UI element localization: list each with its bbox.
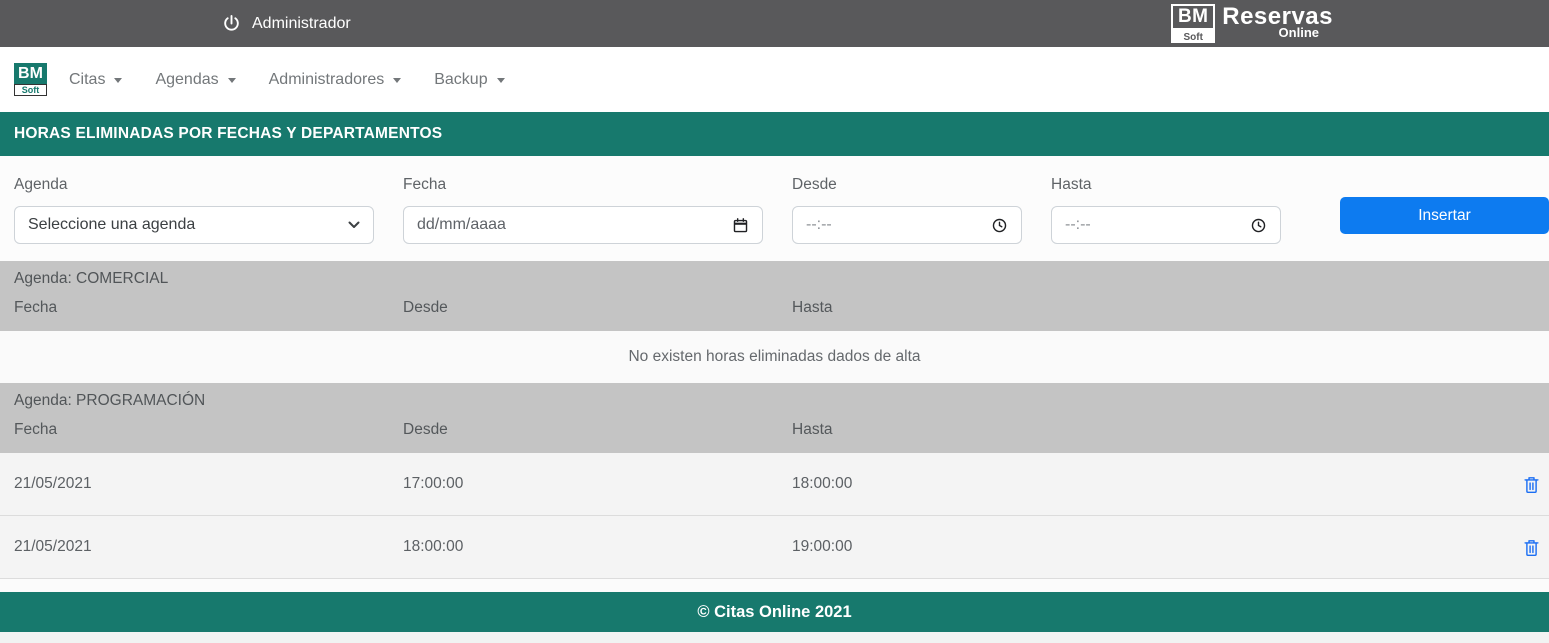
nav-item-citas[interactable]: Citas xyxy=(69,71,122,89)
row-cell-hasta: 18:00:00 xyxy=(792,475,1512,493)
insertar-button[interactable]: Insertar xyxy=(1340,197,1549,234)
soft-logo-text: Soft xyxy=(14,84,47,96)
soft-logo-text: Soft xyxy=(1171,30,1215,43)
hasta-label: Hasta xyxy=(1051,176,1310,194)
nav-item-label: Backup xyxy=(434,71,487,89)
agenda-select[interactable]: Seleccione una agenda xyxy=(14,206,374,244)
footer-text: © Citas Online 2021 xyxy=(697,603,851,622)
power-icon xyxy=(222,14,241,33)
logout-link[interactable]: Administrador xyxy=(222,14,351,33)
trash-icon xyxy=(1523,475,1540,494)
caret-down-icon xyxy=(393,78,401,83)
hasta-field: Hasta --:-- xyxy=(1051,156,1310,261)
agenda-label: Agenda xyxy=(14,176,403,194)
caret-down-icon xyxy=(114,78,122,83)
brand-logo: BM Soft Reservas Online xyxy=(1171,4,1333,43)
hasta-placeholder: --:-- xyxy=(1065,216,1091,234)
bottom-strip xyxy=(0,632,1549,643)
row-cell-hasta: 19:00:00 xyxy=(792,538,1512,556)
calendar-icon[interactable] xyxy=(732,217,749,234)
footer: © Citas Online 2021 xyxy=(0,592,1549,632)
table-row: 21/05/2021 17:00:00 18:00:00 xyxy=(0,453,1549,516)
section-title: Agenda: PROGRAMACIÓN xyxy=(14,383,1549,410)
fecha-field: Fecha dd/mm/aaaa xyxy=(403,156,792,261)
row-cell-fecha: 21/05/2021 xyxy=(14,538,403,556)
nav-item-administradores[interactable]: Administradores xyxy=(269,71,402,89)
nav-item-label: Citas xyxy=(69,71,105,89)
agenda-field: Agenda Seleccione una agenda xyxy=(14,156,403,261)
topbar: Administrador BM Soft Reservas Online xyxy=(0,0,1549,47)
nav-item-label: Agendas xyxy=(155,71,218,89)
row-cell-desde: 18:00:00 xyxy=(403,538,792,556)
insert-form: Agenda Seleccione una agenda Fecha dd/mm… xyxy=(0,156,1549,261)
delete-button[interactable] xyxy=(1523,475,1540,494)
row-actions xyxy=(1512,475,1540,494)
chevron-down-icon xyxy=(348,221,360,229)
delete-button[interactable] xyxy=(1523,538,1540,557)
column-headers: Fecha Desde Hasta xyxy=(14,421,1549,439)
caret-down-icon xyxy=(228,78,236,83)
fecha-input[interactable]: dd/mm/aaaa xyxy=(403,206,763,244)
column-header-fecha: Fecha xyxy=(14,421,403,439)
desde-input[interactable]: --:-- xyxy=(792,206,1022,244)
section-header-comercial: Agenda: COMERCIAL Fecha Desde Hasta xyxy=(0,261,1549,331)
page-title: HORAS ELIMINADAS POR FECHAS Y DEPARTAMEN… xyxy=(14,125,442,143)
desde-field: Desde --:-- xyxy=(792,156,1051,261)
column-headers: Fecha Desde Hasta xyxy=(14,299,1549,317)
column-header-desde: Desde xyxy=(403,299,792,317)
empty-message: No existen horas eliminadas dados de alt… xyxy=(0,331,1549,383)
column-header-desde: Desde xyxy=(403,421,792,439)
pre-footer-gap xyxy=(0,579,1549,592)
section-header-programacion: Agenda: PROGRAMACIÓN Fecha Desde Hasta xyxy=(0,383,1549,453)
agenda-select-value: Seleccione una agenda xyxy=(28,216,195,234)
clock-icon[interactable] xyxy=(991,217,1008,234)
row-cell-fecha: 21/05/2021 xyxy=(14,475,403,493)
clock-icon[interactable] xyxy=(1250,217,1267,234)
bm-logo-text: BM xyxy=(14,63,47,84)
column-header-hasta: Hasta xyxy=(792,421,1549,439)
fecha-placeholder: dd/mm/aaaa xyxy=(417,216,506,234)
trash-icon xyxy=(1523,538,1540,557)
fecha-label: Fecha xyxy=(403,176,792,194)
navbar-home-logo[interactable]: BM Soft xyxy=(14,63,47,96)
nav-menu: Citas Agendas Administradores Backup xyxy=(69,71,538,89)
page-header: HORAS ELIMINADAS POR FECHAS Y DEPARTAMEN… xyxy=(0,112,1549,156)
row-actions xyxy=(1512,538,1540,557)
row-cell-desde: 17:00:00 xyxy=(403,475,792,493)
caret-down-icon xyxy=(497,78,505,83)
brand-text: Reservas Online xyxy=(1222,4,1333,40)
desde-label: Desde xyxy=(792,176,1051,194)
hasta-input[interactable]: --:-- xyxy=(1051,206,1281,244)
desde-placeholder: --:-- xyxy=(806,216,832,234)
nav-item-backup[interactable]: Backup xyxy=(434,71,504,89)
bm-soft-logo: BM Soft xyxy=(1171,4,1215,43)
column-header-fecha: Fecha xyxy=(14,299,403,317)
bm-logo-text: BM xyxy=(1171,4,1215,30)
main-navbar: BM Soft Citas Agendas Administradores Ba… xyxy=(0,47,1549,112)
column-header-hasta: Hasta xyxy=(792,299,1549,317)
table-row: 21/05/2021 18:00:00 19:00:00 xyxy=(0,516,1549,579)
nav-item-agendas[interactable]: Agendas xyxy=(155,71,235,89)
topbar-user-label: Administrador xyxy=(252,15,351,33)
nav-item-label: Administradores xyxy=(269,71,385,89)
section-title: Agenda: COMERCIAL xyxy=(14,261,1549,288)
